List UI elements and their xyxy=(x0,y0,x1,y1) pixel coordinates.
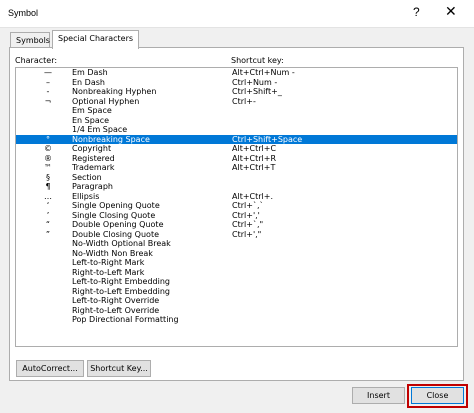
character-glyph: — xyxy=(44,68,52,77)
character-glyph: - xyxy=(46,87,50,96)
shortcut-key: Ctrl+- xyxy=(232,96,256,106)
character-name: Trademark xyxy=(72,163,115,172)
shortcut-key: Ctrl+'," xyxy=(232,229,262,239)
character-glyph: ‘ xyxy=(46,201,50,210)
character-glyph: “ xyxy=(45,220,51,229)
list-item[interactable]: Left-to-Right Embedding xyxy=(16,277,457,287)
character-glyph: ™ xyxy=(44,163,52,172)
list-item[interactable]: ’ Single Closing Quote Ctrl+',' xyxy=(16,211,457,221)
character-name: Nonbreaking Hyphen xyxy=(72,87,157,96)
character-column-header: Character: xyxy=(15,56,58,65)
character-name: Single Opening Quote xyxy=(72,201,160,210)
list-item[interactable]: Right-to-Left Override xyxy=(16,306,457,316)
special-characters-panel: Character: Shortcut key: — Em Dash Alt+Ctr… xyxy=(9,47,464,381)
autocorrect-button[interactable]: AutoCorrect... xyxy=(16,360,84,377)
list-item[interactable]: ° Nonbreaking Space Ctrl+Shift+Space xyxy=(16,134,457,144)
character-glyph: – xyxy=(46,77,50,87)
character-name: Section xyxy=(72,172,102,182)
shortcut-key: Alt+Ctrl+C xyxy=(232,144,277,153)
character-name: Left-to-Right Mark xyxy=(72,258,145,267)
list-item[interactable]: - Nonbreaking Hyphen Ctrl+Shift+_ xyxy=(16,87,457,97)
close-window-icon[interactable]: ✕ xyxy=(445,3,457,20)
character-name: Right-to-Left Embedding xyxy=(72,286,170,296)
shortcut-key: Ctrl+Shift+Space xyxy=(232,134,303,144)
tab-symbols[interactable]: Symbols xyxy=(10,32,50,48)
list-item[interactable]: – En Dash Ctrl+Num - xyxy=(16,78,457,88)
shortcut-key: Alt+Ctrl+. xyxy=(232,191,274,201)
character-name: Right-to-Left Override xyxy=(72,305,160,315)
character-name: En Space xyxy=(72,115,110,125)
character-name: Em Space xyxy=(72,106,112,115)
title-bar: Symbol ? ✕ xyxy=(0,0,474,28)
list-item[interactable]: 1/4 Em Space xyxy=(16,125,457,135)
character-glyph: ¬ xyxy=(44,96,52,106)
character-name: No-Width Optional Break xyxy=(72,239,171,248)
shortcut-key: Alt+Ctrl+R xyxy=(232,153,277,163)
character-name: Ellipsis xyxy=(72,191,100,201)
character-glyph: … xyxy=(44,191,52,201)
character-name: 1/4 Em Space xyxy=(72,125,128,134)
character-glyph: ® xyxy=(44,153,52,163)
character-name: Double Opening Quote xyxy=(72,220,164,229)
shortcut-key: Ctrl+`,` xyxy=(232,201,264,210)
character-name: Nonbreaking Space xyxy=(72,134,150,144)
list-item[interactable]: Right-to-Left Mark xyxy=(16,268,457,278)
character-name: Left-to-Right Override xyxy=(72,296,160,305)
list-item[interactable]: ™ Trademark Alt+Ctrl+T xyxy=(16,163,457,173)
close-button[interactable]: Close xyxy=(411,387,464,404)
list-item[interactable]: Right-to-Left Embedding xyxy=(16,287,457,297)
list-item[interactable]: ¶ Paragraph xyxy=(16,182,457,192)
list-item[interactable]: © Copyright Alt+Ctrl+C xyxy=(16,144,457,154)
character-name: Double Closing Quote xyxy=(72,229,159,239)
tab-special-characters[interactable]: Special Characters xyxy=(52,30,139,49)
character-name: Paragraph xyxy=(72,182,113,191)
character-name: Single Closing Quote xyxy=(72,210,156,220)
character-name: Em Dash xyxy=(72,68,108,77)
character-glyph: ’ xyxy=(46,210,50,220)
list-item[interactable]: ‘ Single Opening Quote Ctrl+`,` xyxy=(16,201,457,211)
list-item[interactable]: ® Registered Alt+Ctrl+R xyxy=(16,154,457,164)
shortcut-key: Alt+Ctrl+Num - xyxy=(232,68,295,77)
character-name: Optional Hyphen xyxy=(72,96,140,106)
list-item[interactable]: En Space xyxy=(16,116,457,126)
list-item[interactable]: Left-to-Right Mark xyxy=(16,258,457,268)
list-item[interactable]: “ Double Opening Quote Ctrl+`," xyxy=(16,220,457,230)
list-item[interactable]: Em Space xyxy=(16,106,457,116)
help-icon[interactable]: ? xyxy=(413,5,420,19)
insert-button[interactable]: Insert xyxy=(352,387,405,404)
list-item[interactable]: ” Double Closing Quote Ctrl+'," xyxy=(16,230,457,240)
character-glyph: ° xyxy=(46,134,50,144)
shortcut-key: Ctrl+Shift+_ xyxy=(232,87,282,96)
list-item[interactable]: ¬ Optional Hyphen Ctrl+- xyxy=(16,97,457,107)
list-item[interactable]: Pop Directional Formatting xyxy=(16,315,457,325)
shortcut-column-header: Shortcut key: xyxy=(231,56,284,65)
shortcut-key: Alt+Ctrl+T xyxy=(232,163,276,172)
list-item[interactable]: — Em Dash Alt+Ctrl+Num - xyxy=(16,68,457,78)
special-characters-list[interactable]: — Em Dash Alt+Ctrl+Num - – En Dash Ctrl+Num -… xyxy=(15,67,458,347)
list-item[interactable]: … Ellipsis Alt+Ctrl+. xyxy=(16,192,457,202)
character-name: Registered xyxy=(72,153,115,163)
character-glyph: § xyxy=(46,172,50,182)
character-name: Copyright xyxy=(72,144,112,153)
list-item[interactable]: § Section xyxy=(16,173,457,183)
character-name: Pop Directional Formatting xyxy=(72,315,179,324)
character-name: En Dash xyxy=(72,77,105,87)
shortcut-key: Ctrl+Num - xyxy=(232,77,278,87)
shortcut-key: Ctrl+`," xyxy=(232,220,264,229)
character-name: Right-to-Left Mark xyxy=(72,267,145,277)
window-title: Symbol xyxy=(8,8,39,18)
list-item[interactable]: Left-to-Right Override xyxy=(16,296,457,306)
shortcut-key-button[interactable]: Shortcut Key... xyxy=(87,360,151,377)
character-glyph: ¶ xyxy=(45,182,51,191)
character-glyph: ” xyxy=(45,229,51,239)
character-glyph: © xyxy=(44,144,52,153)
character-name: No-Width Non Break xyxy=(72,248,153,258)
character-name: Left-to-Right Embedding xyxy=(72,277,170,286)
list-item[interactable]: No-Width Optional Break xyxy=(16,239,457,249)
list-item[interactable]: No-Width Non Break xyxy=(16,249,457,259)
shortcut-key: Ctrl+',' xyxy=(232,210,260,220)
